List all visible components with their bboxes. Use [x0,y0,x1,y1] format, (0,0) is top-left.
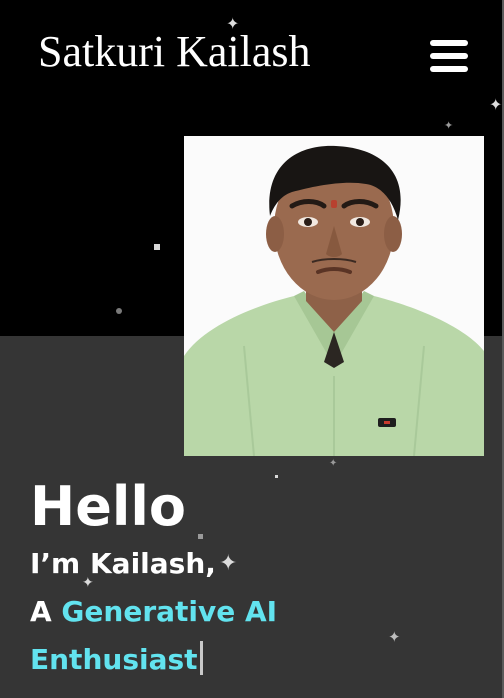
typing-cursor [199,641,203,675]
sparkle-star-icon: ✦ [444,119,454,132]
hamburger-menu-button[interactable] [430,40,468,73]
intro-line: I’m Kailash, [30,540,490,588]
particle-dot [116,308,122,314]
sparkle-star-icon: ✦ [489,95,503,114]
particle-dot [154,244,160,250]
sparkle-star-icon: ✦ [329,458,338,469]
site-title[interactable]: Satkuri Kailash [38,26,311,78]
greeting-heading: Hello [30,475,186,538]
hero-text: Hello I’m Kailash, A Generative AI Enthu… [30,474,490,684]
intro-text: I’m Kailash, [30,547,216,580]
role-line-2: Enthusiast [30,636,490,684]
hamburger-menu-icon [430,40,468,46]
page: ✦ ✦ ✦ ✦ ✦ ✦ ✦ Satkuri Kailash Hello I’m … [0,0,504,698]
role-prefix: A [30,595,52,628]
role-highlight-2: Enthusiast [30,643,198,676]
role-highlight: Generative AI [61,595,278,628]
role-line: A Generative AI [30,588,490,636]
profile-photo [184,136,484,456]
